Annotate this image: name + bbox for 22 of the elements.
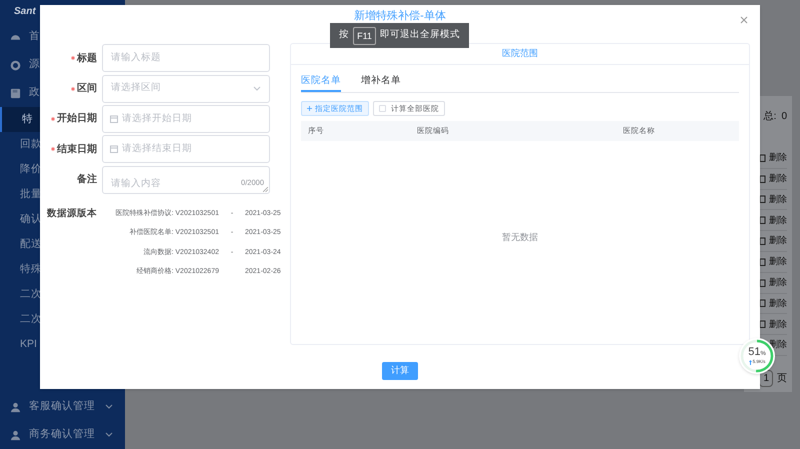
summary-value: 0 (781, 110, 787, 124)
placeholder-text: 请输入内容 (111, 178, 161, 189)
placeholder-text: 请选择结束日期 (122, 142, 192, 156)
toast-text: 按 (339, 28, 350, 42)
logo: Sant (14, 5, 36, 19)
data-source-label: 数据源版本 (46, 206, 97, 221)
field-label: 结束日期 (57, 142, 97, 157)
percent-value: 51 (748, 346, 760, 358)
page-suffix: 页 (777, 372, 787, 386)
toast-text: 即可退出全屏模式 (380, 28, 460, 42)
dialog-title: 新增特殊补偿-单体 (354, 8, 446, 24)
key-cap: F11 (353, 26, 376, 44)
field-label: 区间 (77, 82, 97, 96)
placeholder-text: 请选择区间 (111, 81, 161, 96)
field-label: 标题 (77, 52, 97, 66)
placeholder-text: 请选择开始日期 (122, 112, 192, 126)
field-label: 备注 (77, 172, 97, 188)
panel-header: 医院范围 (502, 47, 538, 60)
empty-text: 暂无数据 (502, 230, 538, 244)
placeholder-text: 请输入标题 (111, 51, 161, 66)
field-label: 开始日期 (57, 112, 97, 126)
summary-label: 总: (764, 110, 776, 124)
